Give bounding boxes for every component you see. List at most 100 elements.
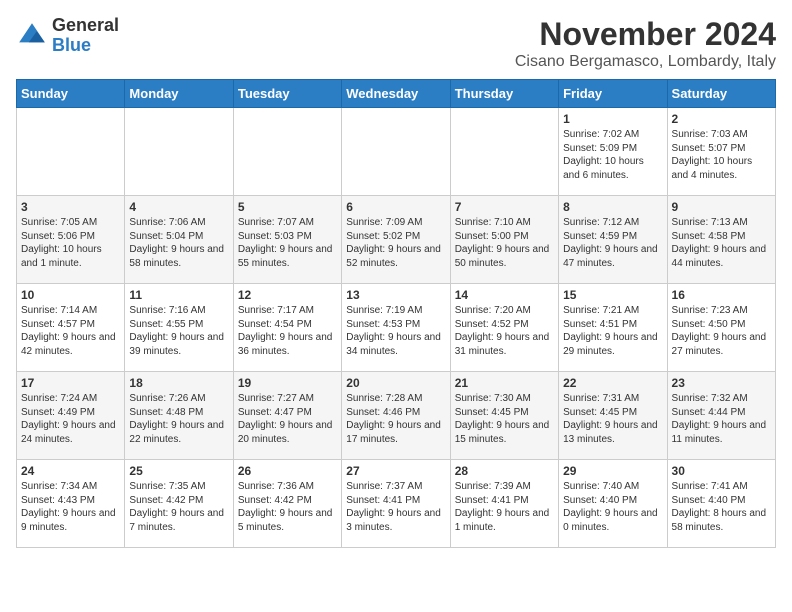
calendar-cell: 29Sunrise: 7:40 AM Sunset: 4:40 PM Dayli…: [559, 460, 667, 548]
day-info: Sunrise: 7:02 AM Sunset: 5:09 PM Dayligh…: [563, 128, 662, 182]
day-number: 25: [129, 464, 228, 478]
calendar-cell: 22 Sunrise: 7:31 AM Sunset: 4:45 PM Dayli…: [559, 372, 667, 460]
logo: General Blue: [16, 16, 119, 56]
day-number: 16: [672, 288, 771, 302]
day-number: 18: [129, 376, 228, 390]
week-row-0: 1 Sunrise: 7:02 AM Sunset: 5:09 PM Daylig…: [17, 108, 776, 196]
week-row-3: 17 Sunrise: 7:24 AM Sunset: 4:49 PM Dayli…: [17, 372, 776, 460]
day-number: 10: [21, 288, 120, 302]
calendar-cell: [233, 108, 341, 196]
day-info: Sunrise: 7:34 AM Sunset: 4:43 PM Dayligh…: [21, 480, 120, 534]
calendar-table: SundayMondayTuesdayWednesdayThursdayFrid…: [16, 79, 776, 548]
calendar-cell: 9Sunrise: 7:13 AM Sunset: 4:58 PM Daylig…: [667, 196, 775, 284]
day-number: 30: [672, 464, 771, 478]
day-number: 24: [21, 464, 120, 478]
calendar-cell: 27 Sunrise: 7:37 AM Sunset: 4:41 PM Dayli…: [342, 460, 450, 548]
day-number: 28: [455, 464, 554, 478]
logo-text: General Blue: [52, 16, 119, 56]
calendar-cell: 4 Sunrise: 7:06 AM Sunset: 5:04 PM Daylig…: [125, 196, 233, 284]
day-info: Sunrise: 7:05 AM Sunset: 5:06 PM Dayligh…: [21, 216, 120, 270]
logo-general-text: General: [52, 16, 119, 36]
calendar-cell: 1 Sunrise: 7:02 AM Sunset: 5:09 PM Daylig…: [559, 108, 667, 196]
calendar-cell: [17, 108, 125, 196]
day-info: Sunrise: 7:19 AM Sunset: 4:53 PM Dayligh…: [346, 304, 445, 358]
calendar-body: 1 Sunrise: 7:02 AM Sunset: 5:09 PM Daylig…: [17, 108, 776, 548]
calendar-header: SundayMondayTuesdayWednesdayThursdayFrid…: [17, 80, 776, 108]
day-number: 14: [455, 288, 554, 302]
day-number: 12: [238, 288, 337, 302]
calendar-cell: 3 Sunrise: 7:05 AM Sunset: 5:06 PM Daylig…: [17, 196, 125, 284]
day-info: Sunrise: 7:06 AM Sunset: 5:04 PM Dayligh…: [129, 216, 228, 270]
day-info: Sunrise: 7:13 AM Sunset: 4:58 PM Dayligh…: [672, 216, 771, 270]
day-info: Sunrise: 7:26 AM Sunset: 4:48 PM Dayligh…: [129, 392, 228, 446]
day-number: 4: [129, 200, 228, 214]
day-info: Sunrise: 7:30 AM Sunset: 4:45 PM Dayligh…: [455, 392, 554, 446]
day-info: Sunrise: 7:31 AM Sunset: 4:45 PM Dayligh…: [563, 392, 662, 446]
day-number: 3: [21, 200, 120, 214]
calendar-cell: 16 Sunrise: 7:23 AM Sunset: 4:50 PM Dayli…: [667, 284, 775, 372]
calendar-cell: 21 Sunrise: 7:30 AM Sunset: 4:45 PM Dayli…: [450, 372, 558, 460]
day-info: Sunrise: 7:40 AM Sunset: 4:40 PM Dayligh…: [563, 480, 662, 534]
calendar-cell: [450, 108, 558, 196]
day-number: 26: [238, 464, 337, 478]
day-info: Sunrise: 7:07 AM Sunset: 5:03 PM Dayligh…: [238, 216, 337, 270]
day-info: Sunrise: 7:10 AM Sunset: 5:00 PM Dayligh…: [455, 216, 554, 270]
day-info: Sunrise: 7:35 AM Sunset: 4:42 PM Dayligh…: [129, 480, 228, 534]
calendar-cell: 15Sunrise: 7:21 AM Sunset: 4:51 PM Dayli…: [559, 284, 667, 372]
day-info: Sunrise: 7:27 AM Sunset: 4:47 PM Dayligh…: [238, 392, 337, 446]
day-info: Sunrise: 7:21 AM Sunset: 4:51 PM Dayligh…: [563, 304, 662, 358]
header-day-tuesday: Tuesday: [233, 80, 341, 108]
calendar-cell: 24 Sunrise: 7:34 AM Sunset: 4:43 PM Dayli…: [17, 460, 125, 548]
day-info: Sunrise: 7:12 AM Sunset: 4:59 PM Dayligh…: [563, 216, 662, 270]
calendar-cell: 10 Sunrise: 7:14 AM Sunset: 4:57 PM Dayli…: [17, 284, 125, 372]
day-info: Sunrise: 7:09 AM Sunset: 5:02 PM Dayligh…: [346, 216, 445, 270]
day-info: Sunrise: 7:37 AM Sunset: 4:41 PM Dayligh…: [346, 480, 445, 534]
calendar-cell: 7 Sunrise: 7:10 AM Sunset: 5:00 PM Daylig…: [450, 196, 558, 284]
day-info: Sunrise: 7:14 AM Sunset: 4:57 PM Dayligh…: [21, 304, 120, 358]
calendar-cell: 2 Sunrise: 7:03 AM Sunset: 5:07 PM Daylig…: [667, 108, 775, 196]
day-info: Sunrise: 7:28 AM Sunset: 4:46 PM Dayligh…: [346, 392, 445, 446]
day-number: 22: [563, 376, 662, 390]
calendar-cell: 26 Sunrise: 7:36 AM Sunset: 4:42 PM Dayli…: [233, 460, 341, 548]
logo-icon: [16, 20, 48, 52]
calendar-cell: [342, 108, 450, 196]
calendar-cell: 12 Sunrise: 7:17 AM Sunset: 4:54 PM Dayli…: [233, 284, 341, 372]
header-day-wednesday: Wednesday: [342, 80, 450, 108]
calendar-cell: 14Sunrise: 7:20 AM Sunset: 4:52 PM Dayli…: [450, 284, 558, 372]
month-title: November 2024: [515, 16, 776, 53]
day-number: 2: [672, 112, 771, 126]
calendar-cell: 20 Sunrise: 7:28 AM Sunset: 4:46 PM Dayli…: [342, 372, 450, 460]
day-info: Sunrise: 7:23 AM Sunset: 4:50 PM Dayligh…: [672, 304, 771, 358]
day-info: Sunrise: 7:32 AM Sunset: 4:44 PM Dayligh…: [672, 392, 771, 446]
day-number: 8: [563, 200, 662, 214]
day-number: 20: [346, 376, 445, 390]
day-info: Sunrise: 7:17 AM Sunset: 4:54 PM Dayligh…: [238, 304, 337, 358]
day-number: 5: [238, 200, 337, 214]
day-info: Sunrise: 7:03 AM Sunset: 5:07 PM Dayligh…: [672, 128, 771, 182]
location: Cisano Bergamasco, Lombardy, Italy: [515, 53, 776, 71]
day-info: Sunrise: 7:24 AM Sunset: 4:49 PM Dayligh…: [21, 392, 120, 446]
day-info: Sunrise: 7:16 AM Sunset: 4:55 PM Dayligh…: [129, 304, 228, 358]
week-row-4: 24 Sunrise: 7:34 AM Sunset: 4:43 PM Dayli…: [17, 460, 776, 548]
header-day-sunday: Sunday: [17, 80, 125, 108]
day-number: 13: [346, 288, 445, 302]
calendar-cell: 28Sunrise: 7:39 AM Sunset: 4:41 PM Dayli…: [450, 460, 558, 548]
header-day-monday: Monday: [125, 80, 233, 108]
day-number: 27: [346, 464, 445, 478]
day-number: 1: [563, 112, 662, 126]
header-row: SundayMondayTuesdayWednesdayThursdayFrid…: [17, 80, 776, 108]
day-number: 11: [129, 288, 228, 302]
day-number: 23: [672, 376, 771, 390]
header-day-saturday: Saturday: [667, 80, 775, 108]
calendar-cell: 11 Sunrise: 7:16 AM Sunset: 4:55 PM Dayli…: [125, 284, 233, 372]
calendar-cell: 17 Sunrise: 7:24 AM Sunset: 4:49 PM Dayli…: [17, 372, 125, 460]
calendar-cell: 23 Sunrise: 7:32 AM Sunset: 4:44 PM Dayli…: [667, 372, 775, 460]
calendar-cell: 30Sunrise: 7:41 AM Sunset: 4:40 PM Dayli…: [667, 460, 775, 548]
day-number: 17: [21, 376, 120, 390]
header: General Blue November 2024 Cisano Bergam…: [16, 16, 776, 71]
calendar-cell: 13 Sunrise: 7:19 AM Sunset: 4:53 PM Dayli…: [342, 284, 450, 372]
day-number: 21: [455, 376, 554, 390]
day-number: 7: [455, 200, 554, 214]
day-number: 19: [238, 376, 337, 390]
day-info: Sunrise: 7:36 AM Sunset: 4:42 PM Dayligh…: [238, 480, 337, 534]
